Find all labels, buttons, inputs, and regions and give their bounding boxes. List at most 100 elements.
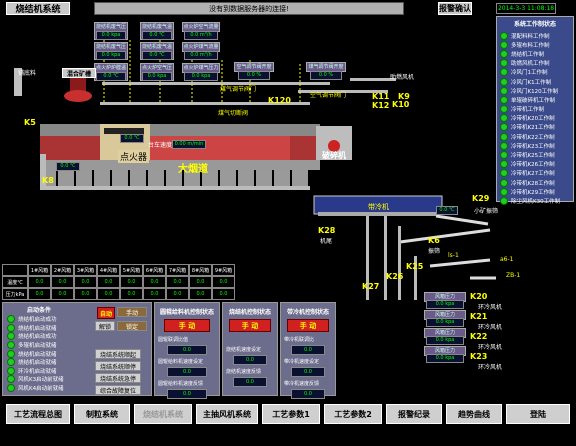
system-status-label: 冷带机K26工作制	[511, 162, 555, 169]
nav-main-fan[interactable]: 主抽风机系统	[196, 404, 258, 424]
status-indicator-icon	[7, 375, 15, 384]
k20-tag[interactable]: K20	[470, 292, 487, 301]
manual-button[interactable]: 手动	[117, 307, 147, 317]
windbox	[220, 170, 236, 186]
row-label-temp: 温度℃	[2, 276, 28, 288]
table-cell: 0.0	[143, 276, 166, 288]
nav-granulation[interactable]: 制粒系统	[74, 404, 130, 424]
k25-tag[interactable]: K25	[406, 262, 423, 271]
system-status-item: 烧结机工作制	[497, 49, 573, 58]
k29-tag[interactable]: K29	[472, 194, 489, 203]
status-indicator-icon	[500, 40, 508, 49]
sequence-start-button[interactable]: 烧结系统顺起	[95, 349, 141, 359]
system-status-item: 助燃风机工作制	[497, 59, 573, 68]
nav-login[interactable]: 登陆	[506, 404, 570, 424]
k6-tag[interactable]: K6	[428, 236, 440, 245]
system-status-label: 助燃风机工作制	[511, 61, 550, 68]
windbox	[256, 170, 272, 186]
system-status-panel: 系统工作制状态 混配料料工作制 多辊布料工作制 烧结机工作制 助燃风机工作制 冷风门1工…	[496, 16, 574, 205]
system-status-label: 冷带机K29工作制	[511, 189, 555, 196]
ctrl2-state-button[interactable]: 手 动	[229, 319, 271, 332]
value-air-pressure: 0.0 kpa	[142, 72, 172, 81]
nav-sinter-system[interactable]: 烧结机系统	[134, 404, 192, 424]
ctrl1-row1-value[interactable]: 0.0	[167, 345, 207, 355]
system-status-list: 混配料料工作制 多辊布料工作制 烧结机工作制 助燃风机工作制 冷风门1工作制 冷风门K1工…	[497, 31, 573, 206]
nav-process-overview[interactable]: 工艺流程总图	[6, 404, 70, 424]
system-status-label: 混配料料工作制	[511, 33, 550, 40]
k11-tag[interactable]: K11	[372, 92, 389, 101]
status-indicator-icon	[7, 341, 15, 350]
ctrl3-row1-label: 带冷机联调比	[284, 337, 315, 343]
value-air-flow: 0.0 m³/h	[184, 31, 218, 40]
sequence-stop-button[interactable]: 烧结系统顺停	[95, 361, 141, 371]
table-header: 6#风箱	[143, 264, 166, 276]
k5-tag[interactable]: K5	[24, 118, 36, 127]
status-indicator-icon	[500, 114, 508, 123]
startup-item: 环冷机启动就绪	[7, 366, 64, 376]
unlock-button[interactable]: 解锁	[95, 321, 115, 331]
table-cell: 0.0	[74, 276, 97, 288]
status-indicator-icon	[500, 132, 508, 141]
k8-tag[interactable]: K8	[42, 176, 54, 185]
table-corner	[2, 264, 28, 276]
ctrl1-state-button[interactable]: 手 动	[164, 319, 210, 332]
table-header: 3#风箱	[74, 264, 97, 276]
bottom-nav: 工艺流程总图 制粒系统 烧结机系统 主抽风机系统 工艺参数1 工艺参数2 报警纪…	[0, 400, 576, 444]
auto-button[interactable]: 自动	[97, 307, 115, 319]
ls1-label: ls-1	[448, 252, 459, 259]
fault-reset-button[interactable]: 综合故障复位	[95, 385, 141, 395]
value-exhaust-pressure: 0.0 kpa	[96, 31, 126, 40]
startup-item-label: 风机K4启动前就绪	[18, 386, 64, 393]
ctrl3-row1-value[interactable]: 0.0	[291, 345, 325, 355]
k26-tag[interactable]: K26	[386, 272, 403, 281]
startup-item: 烧结机启动就绪	[7, 323, 64, 333]
datetime-display: 2014-3-3 11:08:18	[496, 3, 556, 14]
ctrl3-state-button[interactable]: 手 动	[287, 319, 329, 332]
igniter-temp: 0.0 ℃	[120, 134, 144, 143]
system-status-item: 冷带机K29工作制	[497, 187, 573, 196]
k10-tag[interactable]: K10	[392, 100, 409, 109]
system-status-item: 冷风门1工作制	[497, 68, 573, 77]
k27-tag[interactable]: K27	[362, 282, 379, 291]
k12-tag[interactable]: K12	[372, 101, 389, 110]
value-exhaust-pressure-2: 0.0 kpa	[96, 51, 126, 60]
ctrl1-row1-label: 圆辊联调比值	[158, 337, 189, 343]
table-cell: 0.0	[120, 288, 143, 300]
alarm-confirm-button[interactable]: 报警确认	[438, 2, 472, 15]
ctrl2-row1-value[interactable]: 0.0	[233, 355, 267, 365]
ctrl1-row3-value: 0.0	[167, 389, 207, 399]
table-cell: 0.0	[166, 276, 189, 288]
nav-params-2[interactable]: 工艺参数2	[324, 404, 382, 424]
k20-desc: 环冷风机	[478, 304, 503, 311]
mix-bin-label: 混合矿槽	[62, 68, 96, 78]
k120-tag[interactable]: K120	[268, 96, 291, 105]
table-cell: 0.0	[28, 276, 51, 288]
windbox	[58, 170, 74, 186]
emergency-stop-button[interactable]: 烧结系统急停	[95, 373, 141, 383]
head-temp: 0.0 ℃	[56, 162, 80, 171]
startup-item: 烧结机启动就绪	[7, 349, 64, 358]
ctrl2-title: 烧结机控制状态	[228, 309, 271, 316]
startup-item-label: 环冷机启动就绪	[18, 368, 57, 375]
lock-button[interactable]: 锁定	[117, 321, 147, 331]
status-indicator-icon	[500, 178, 508, 187]
k28-tag[interactable]: K28	[318, 226, 335, 235]
ctrl3-row2-value[interactable]: 0.0	[291, 367, 325, 377]
status-indicator-icon	[500, 187, 508, 196]
nav-alarm-log[interactable]: 报警纪录	[386, 404, 442, 424]
table-cell: 0.0	[28, 288, 51, 300]
system-status-item: 混配料料工作制	[497, 31, 573, 40]
nav-params-1[interactable]: 工艺参数1	[262, 404, 320, 424]
zb1-label: ZB-1	[506, 272, 521, 279]
k22-tag[interactable]: K22	[470, 332, 487, 341]
nav-trend[interactable]: 趋势曲线	[446, 404, 502, 424]
flue-duct	[40, 186, 310, 190]
system-status-item: 冷带机K27工作制	[497, 169, 573, 178]
status-indicator-icon	[500, 31, 508, 40]
table-cell: 0.0	[97, 276, 120, 288]
belt-ls1	[429, 258, 491, 268]
ctrl1-row2-value[interactable]: 0.0	[167, 367, 207, 377]
k21-tag[interactable]: K21	[470, 312, 487, 321]
startup-item-label: 多辊机启动就绪	[18, 343, 57, 350]
k23-tag[interactable]: K23	[470, 352, 487, 361]
